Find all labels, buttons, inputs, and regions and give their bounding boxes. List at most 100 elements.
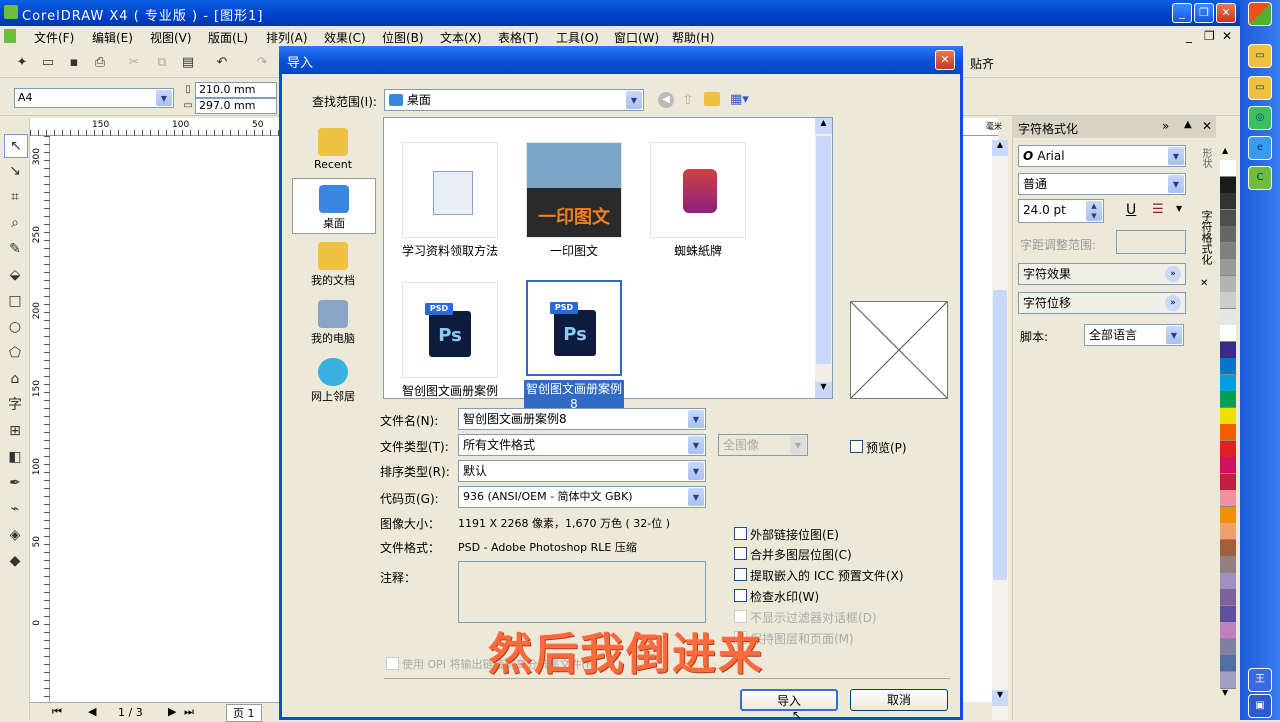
- color-swatch[interactable]: [1220, 490, 1236, 507]
- last-page-icon[interactable]: ⏭: [184, 705, 194, 719]
- place-network[interactable]: 网上邻居: [292, 352, 374, 406]
- file-list-scrollbar[interactable]: ▲ ▼: [815, 118, 832, 398]
- char-effects-section[interactable]: 字符效果 »: [1018, 263, 1186, 285]
- save-icon[interactable]: ▪: [66, 55, 82, 71]
- coreldraw-task-icon[interactable]: C: [1248, 166, 1272, 190]
- color-swatch[interactable]: [1220, 308, 1236, 326]
- font-select[interactable]: O Arial ▼: [1018, 145, 1186, 167]
- color-swatch[interactable]: [1220, 242, 1236, 260]
- side-tab-shape[interactable]: 形状: [1198, 148, 1213, 168]
- table-tool-icon[interactable]: ⊞: [4, 420, 26, 442]
- color-swatch[interactable]: [1220, 325, 1236, 342]
- codepage-select[interactable]: 936 (ANSI/OEM - 简体中文 GBK) ▼: [458, 486, 706, 508]
- file-item[interactable]: Ps 智创图文画册案例: [400, 282, 500, 399]
- up-folder-icon[interactable]: ⇧: [682, 92, 694, 108]
- outline-tool-icon[interactable]: ⌁: [4, 498, 26, 520]
- tray-icon[interactable]: ▣: [1248, 694, 1272, 718]
- interactive-tool-icon[interactable]: ◧: [4, 446, 26, 468]
- scroll-down-icon[interactable]: ▼: [815, 382, 832, 398]
- menu-effects[interactable]: 效果(C): [324, 29, 366, 46]
- color-swatch[interactable]: [1220, 391, 1236, 408]
- color-swatch[interactable]: [1220, 572, 1236, 590]
- menu-table[interactable]: 表格(T): [498, 29, 539, 46]
- menu-bitmaps[interactable]: 位图(B): [382, 29, 424, 46]
- page-height-field[interactable]: 297.0 mm: [195, 98, 277, 114]
- color-swatch[interactable]: [1220, 374, 1236, 392]
- script-select[interactable]: 全部语言 ▼: [1084, 324, 1184, 346]
- place-desktop[interactable]: 桌面: [292, 178, 376, 234]
- color-swatch[interactable]: [1220, 193, 1236, 210]
- browser-icon[interactable]: e: [1248, 136, 1272, 160]
- paper-size-select[interactable]: A4 ▼: [14, 88, 174, 108]
- undo-icon[interactable]: ↶: [214, 55, 230, 71]
- color-swatch[interactable]: [1220, 259, 1236, 276]
- back-icon[interactable]: ◀: [658, 92, 674, 108]
- place-my-computer[interactable]: 我的电脑: [292, 294, 374, 348]
- snap-to-label[interactable]: 贴齐: [970, 55, 994, 72]
- scroll-up-icon[interactable]: ▲: [992, 140, 1008, 156]
- menu-view[interactable]: 视图(V): [150, 29, 192, 46]
- color-swatch[interactable]: [1220, 473, 1236, 491]
- chat-icon[interactable]: ◎: [1248, 106, 1272, 130]
- color-swatch[interactable]: [1220, 671, 1236, 689]
- file-item[interactable]: 学习资料领取方法: [400, 142, 500, 259]
- dialog-close-button[interactable]: ✕: [935, 50, 955, 70]
- text-align-icon[interactable]: ☰: [1152, 202, 1164, 217]
- font-size-field[interactable]: 24.0 pt ▲ ▼: [1018, 199, 1104, 223]
- sort-select[interactable]: 默认 ▼: [458, 460, 706, 482]
- interactive-fill-icon[interactable]: ◆: [4, 550, 26, 572]
- open-icon[interactable]: ▭: [40, 55, 56, 71]
- copy-icon[interactable]: ⧉: [154, 55, 170, 71]
- filetype-select[interactable]: 所有文件格式 ▼: [458, 434, 706, 456]
- new-icon[interactable]: ✦: [14, 55, 30, 71]
- maximize-button[interactable]: ❐: [1194, 3, 1214, 23]
- font-style-select[interactable]: 普通 ▼: [1018, 173, 1186, 195]
- doc-minimize-button[interactable]: _: [1186, 29, 1192, 43]
- print-icon[interactable]: ⎙: [92, 55, 108, 71]
- external-link-checkbox[interactable]: [734, 527, 747, 540]
- chevron-down-icon[interactable]: ▼: [1176, 204, 1182, 213]
- color-swatch[interactable]: [1220, 523, 1236, 540]
- color-swatch[interactable]: [1220, 358, 1236, 375]
- color-swatch[interactable]: [1220, 407, 1236, 425]
- fill-tool-icon[interactable]: ◈: [4, 524, 26, 546]
- menu-text[interactable]: 文本(X): [440, 29, 482, 46]
- cancel-button[interactable]: 取消: [850, 689, 948, 711]
- color-swatch[interactable]: [1220, 556, 1236, 573]
- underline-icon[interactable]: U: [1126, 202, 1136, 218]
- place-recent[interactable]: Recent: [292, 122, 374, 176]
- menu-edit[interactable]: 编辑(E): [92, 29, 133, 46]
- scroll-thumb[interactable]: [993, 290, 1007, 580]
- color-swatch[interactable]: [1220, 539, 1236, 557]
- paste-icon[interactable]: ▤: [180, 55, 196, 71]
- color-swatch[interactable]: [1220, 457, 1236, 474]
- new-folder-icon[interactable]: [704, 92, 720, 106]
- filename-input[interactable]: 智创图文画册案例8 ▼: [458, 408, 706, 430]
- scroll-thumb[interactable]: [816, 136, 831, 364]
- menu-file[interactable]: 文件(F): [34, 29, 74, 46]
- side-tab-close-icon[interactable]: ✕: [1200, 278, 1208, 289]
- shape-tool-icon[interactable]: ↘: [4, 160, 26, 182]
- scroll-up-icon[interactable]: ▲: [815, 118, 832, 134]
- prev-page-icon[interactable]: ◀: [88, 705, 96, 718]
- close-button[interactable]: ✕: [1216, 3, 1236, 23]
- color-swatch[interactable]: [1220, 209, 1236, 227]
- palette-scroll-up-icon[interactable]: ▲: [1222, 146, 1228, 155]
- preview-checkbox[interactable]: [850, 440, 863, 453]
- color-swatch[interactable]: [1220, 292, 1236, 309]
- color-swatch[interactable]: [1220, 275, 1236, 293]
- file-item[interactable]: 蜘蛛紙牌: [648, 142, 748, 259]
- smart-fill-icon[interactable]: ⬙: [4, 264, 26, 286]
- docker-expand-icon[interactable]: »: [1162, 119, 1169, 133]
- scroll-down-icon[interactable]: ▼: [992, 690, 1008, 706]
- redo-icon[interactable]: ↷: [254, 55, 270, 71]
- check-watermark-checkbox[interactable]: [734, 589, 747, 602]
- color-swatch[interactable]: [1220, 506, 1236, 524]
- color-swatch[interactable]: [1220, 226, 1236, 243]
- merge-layers-checkbox[interactable]: [734, 547, 747, 560]
- palette-scroll-down-icon[interactable]: ▼: [1222, 688, 1228, 697]
- windows-flag-icon[interactable]: [1248, 2, 1272, 26]
- color-swatch[interactable]: [1220, 605, 1236, 623]
- vertical-scrollbar[interactable]: ▲ ▼: [992, 140, 1008, 720]
- menu-window[interactable]: 窗口(W): [614, 29, 659, 46]
